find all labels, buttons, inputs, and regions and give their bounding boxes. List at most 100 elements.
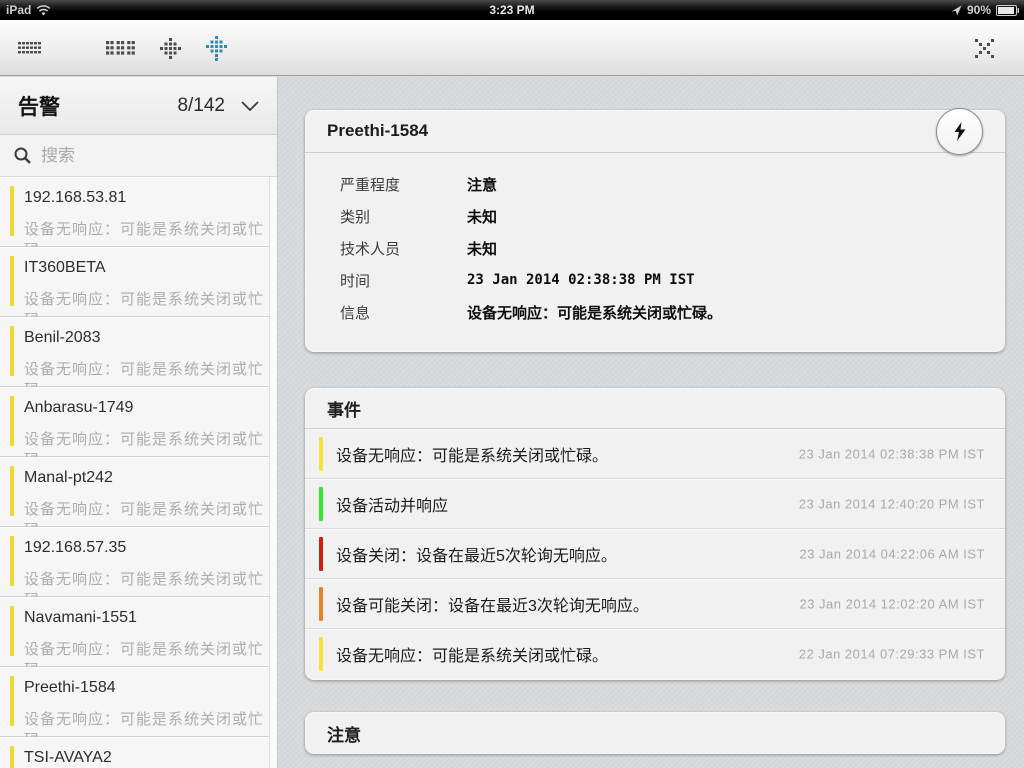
field-label: 技术人员 <box>340 240 401 258</box>
alarms-count: 8/142 <box>177 94 225 116</box>
chevron-down-icon <box>241 100 259 111</box>
notes-card-header: 注意 <box>305 712 1005 754</box>
sidebar-scrollbar[interactable] <box>269 177 277 768</box>
alarm-detail-card: Preethi-1584 严重程度 注意 类别 未知 技术人员 未知 时间 23… <box>305 108 1005 352</box>
event-severity-bar <box>319 587 323 621</box>
detail-field-row: 时间 23 Jan 2014 02:38:38 PM IST <box>340 264 1005 296</box>
field-value: 设备无响应：可能是系统关闭或忙碌。 <box>467 304 723 322</box>
device-name: Manal-pt242 <box>24 469 113 486</box>
alarm-list-item[interactable]: IT360BETA 设备无响应：可能是系统关闭或忙碌。 <box>0 247 269 329</box>
detail-field-row: 信息 设备无响应：可能是系统关闭或忙碌。 <box>340 296 1005 328</box>
expand-x-icon <box>974 38 994 58</box>
events-card-header: 事件 <box>305 388 1005 429</box>
alarm-list-item[interactable]: Manal-pt242 设备无响应：可能是系统关闭或忙碌。 <box>0 457 269 539</box>
diamond-dots-icon <box>159 37 181 59</box>
clock: 3:23 PM <box>489 3 535 17</box>
battery-icon <box>996 4 1019 16</box>
device-name: Anbarasu-1749 <box>24 399 134 416</box>
event-list: 设备无响应：可能是系统关闭或忙碌。 23 Jan 2014 02:38:38 P… <box>305 429 1005 679</box>
location-icon <box>951 5 962 16</box>
event-severity-bar <box>319 437 323 471</box>
notes-title: 注意 <box>327 725 361 745</box>
battery-percent: 90% <box>966 3 991 17</box>
field-label: 时间 <box>340 272 371 290</box>
event-timestamp: 23 Jan 2014 12:40:20 PM IST <box>798 496 985 511</box>
alarm-sidebar: 告警 8/142 192.168.53.81 设备无响应：可能是系统关闭或忙碌。… <box>0 77 278 768</box>
event-message: 设备活动并响应 <box>336 497 449 515</box>
grid-dots-icon <box>105 41 135 55</box>
event-timestamp: 23 Jan 2014 02:38:38 PM IST <box>798 446 985 461</box>
events-card: 事件 设备无响应：可能是系统关闭或忙碌。 23 Jan 2014 02:38:3… <box>305 388 1005 680</box>
alarm-list-item[interactable]: Navamani-1551 设备无响应：可能是系统关闭或忙碌。 <box>0 597 269 679</box>
toolbar <box>0 20 1024 76</box>
search-icon <box>14 147 31 164</box>
field-value: 注意 <box>467 176 498 194</box>
event-timestamp: 22 Jan 2014 07:29:33 PM IST <box>798 646 985 662</box>
device-name: 192.168.53.81 <box>24 189 127 206</box>
field-value: 未知 <box>467 208 498 226</box>
lightning-icon <box>954 122 965 141</box>
event-message: 设备可能关闭：设备在最近3次轮询无响应。 <box>336 597 649 615</box>
alarm-list-item[interactable]: Anbarasu-1749 设备无响应：可能是系统关闭或忙碌。 <box>0 387 269 469</box>
event-severity-bar <box>319 637 323 671</box>
event-message: 设备无响应：可能是系统关闭或忙碌。 <box>336 648 609 665</box>
grid-view-button[interactable] <box>98 26 142 70</box>
device-name: Preethi-1584 <box>24 679 116 696</box>
event-message: 设备无响应：可能是系统关闭或忙碌。 <box>336 447 609 465</box>
field-label: 严重程度 <box>340 176 401 194</box>
severity-bar <box>10 466 14 516</box>
tree-dots-icon <box>205 35 227 61</box>
severity-bar <box>10 606 14 656</box>
severity-bar <box>10 396 14 446</box>
event-severity-bar <box>319 537 323 571</box>
severity-bar <box>10 676 14 726</box>
actions-button[interactable] <box>936 108 983 155</box>
event-row: 设备可能关闭：设备在最近3次轮询无响应。 23 Jan 2014 12:02:2… <box>305 579 1005 629</box>
field-value: 未知 <box>467 240 498 258</box>
device-name: Benil-2083 <box>24 329 101 346</box>
detail-field-row: 类别 未知 <box>340 200 1005 232</box>
detail-field-row: 严重程度 注意 <box>340 168 1005 200</box>
device-name: 192.168.57.35 <box>24 539 127 556</box>
field-value: 23 Jan 2014 02:38:38 PM IST <box>467 272 695 288</box>
device-name: TSI-AVAYA2 <box>24 749 112 766</box>
severity-bar <box>10 256 14 306</box>
severity-bar <box>10 746 14 768</box>
filter-dropdown-button[interactable] <box>241 100 259 111</box>
event-severity-bar <box>319 487 323 521</box>
status-bar: iPad 3:23 PM 90% <box>0 0 1024 20</box>
event-timestamp: 23 Jan 2014 04:22:06 AM IST <box>799 546 985 561</box>
topology-view-button[interactable] <box>194 26 238 70</box>
alarm-list-item[interactable]: TSI-AVAYA2 设备无响应：可能是系统关闭或忙碌。 <box>0 737 269 768</box>
alarms-title: 告警 <box>18 95 60 119</box>
expand-button[interactable] <box>962 26 1006 70</box>
events-title: 事件 <box>327 400 361 420</box>
list-dots-icon <box>17 42 43 54</box>
search-input[interactable] <box>41 145 251 166</box>
detail-field-row: 技术人员 未知 <box>340 232 1005 264</box>
alarm-list-item[interactable]: Benil-2083 设备无响应：可能是系统关闭或忙碌。 <box>0 317 269 399</box>
event-message: 设备关闭：设备在最近5次轮询无响应。 <box>336 547 617 565</box>
field-label: 信息 <box>340 304 371 322</box>
field-label: 类别 <box>340 208 371 226</box>
notes-card[interactable]: 注意 <box>305 712 1005 754</box>
severity-bar <box>10 186 14 236</box>
diamond-view-button[interactable] <box>148 26 192 70</box>
event-row: 设备无响应：可能是系统关闭或忙碌。 23 Jan 2014 02:38:38 P… <box>305 429 1005 479</box>
search-bar <box>0 135 277 177</box>
alarm-list-item[interactable]: Preethi-1584 设备无响应：可能是系统关闭或忙碌。 <box>0 667 269 749</box>
device-name: Navamani-1551 <box>24 609 137 626</box>
severity-bar <box>10 326 14 376</box>
list-view-button[interactable] <box>8 26 52 70</box>
sidebar-header: 告警 8/142 <box>0 77 277 135</box>
detail-card-header: Preethi-1584 <box>305 110 1005 153</box>
alarm-list-item[interactable]: 192.168.53.81 设备无响应：可能是系统关闭或忙碌。 <box>0 177 269 259</box>
alarm-list-item[interactable]: 192.168.57.35 设备无响应：可能是系统关闭或忙碌。 <box>0 527 269 609</box>
event-row: 设备关闭：设备在最近5次轮询无响应。 23 Jan 2014 04:22:06 … <box>305 529 1005 579</box>
alarm-list: 192.168.53.81 设备无响应：可能是系统关闭或忙碌。 IT360BET… <box>0 177 269 768</box>
device-name: IT360BETA <box>24 259 106 276</box>
main-content: Preethi-1584 严重程度 注意 类别 未知 技术人员 未知 时间 23… <box>278 77 1024 768</box>
detail-fields: 严重程度 注意 类别 未知 技术人员 未知 时间 23 Jan 2014 02:… <box>305 153 1005 328</box>
event-row: 设备无响应：可能是系统关闭或忙碌。 22 Jan 2014 07:29:33 P… <box>305 629 1005 679</box>
event-timestamp: 23 Jan 2014 12:02:20 AM IST <box>799 596 985 611</box>
